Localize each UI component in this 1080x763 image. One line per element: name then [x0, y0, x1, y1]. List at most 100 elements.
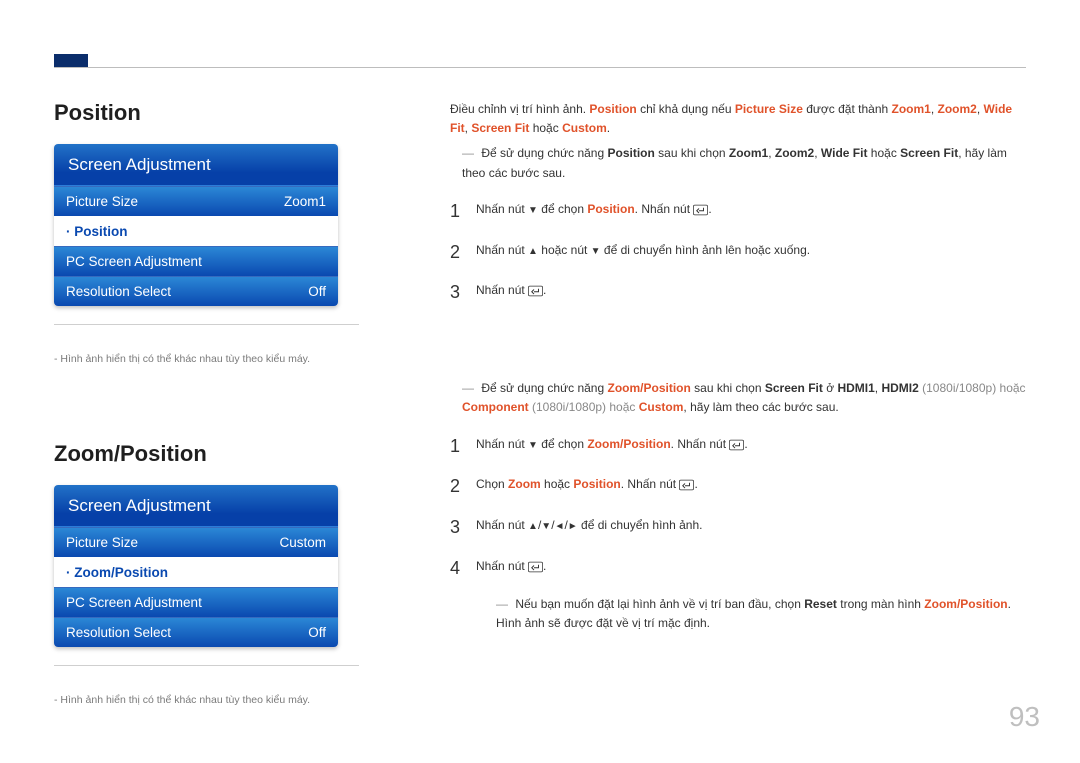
down-icon: ▼ [528, 440, 538, 451]
text: , [768, 146, 775, 160]
section-title-zoom-position: Zoom/Position [54, 441, 359, 467]
text: . [1008, 597, 1011, 611]
step-2: 2 Nhấn nút ▲ hoặc nút ▼ để di chuyển hìn… [450, 238, 1026, 267]
step-1: 1 Nhấn nút ▼ để chọn Position. Nhấn nút … [450, 197, 1026, 226]
step-number: 1 [450, 432, 476, 461]
kw-zoom-position: Zoom/Position [587, 437, 670, 451]
text: , [814, 146, 821, 160]
text: , [931, 102, 938, 116]
text: Chọn [476, 477, 508, 491]
section-title-position: Position [54, 100, 359, 126]
osd-item-value: Zoom1 [284, 187, 326, 216]
osd-item-resolution-select[interactable]: Resolution Select Off [54, 617, 338, 647]
dash-paragraph-2: Để sử dụng chức năng Zoom/Position sau k… [462, 379, 1026, 417]
kw-zoom2: Zoom2 [938, 102, 977, 116]
enter-icon [693, 202, 708, 221]
text: sau khi chọn [655, 146, 729, 160]
right-icon: ► [568, 521, 578, 532]
kw-zoom-position: Zoom/Position [607, 381, 690, 395]
text: . [543, 559, 546, 573]
osd-item-label: Picture Size [66, 187, 138, 216]
step-3: 3 Nhấn nút . [450, 278, 1026, 307]
kw-zoom1: Zoom1 [892, 102, 931, 116]
text: Hình ảnh sẽ được đặt về vị trí mặc định. [496, 616, 710, 630]
text: để chọn [538, 202, 587, 216]
text: để di chuyển hình ảnh lên hoặc xuống. [601, 243, 811, 257]
osd-item-pc-screen-adjustment[interactable]: PC Screen Adjustment [54, 246, 338, 276]
kw-screenfit: Screen Fit [471, 121, 529, 135]
osd-caption-2: - Hình ảnh hiển thị có thể khác nhau tùy… [54, 694, 359, 706]
osd-item-picture-size[interactable]: Picture Size Zoom1 [54, 186, 338, 216]
osd-item-position[interactable]: · Position [54, 216, 338, 246]
osd-item-label: Resolution Select [66, 618, 171, 647]
osd-item-picture-size[interactable]: Picture Size Custom [54, 527, 338, 557]
kw-reset: Reset [804, 597, 837, 611]
text: . Nhấn nút [635, 202, 694, 216]
kw-custom: Custom [639, 400, 684, 414]
text: Để sử dụng chức năng [481, 381, 607, 395]
divider [54, 665, 359, 666]
step-1: 1 Nhấn nút ▼ để chọn Zoom/Position. Nhấn… [450, 432, 1026, 461]
kw-zoom2: Zoom2 [775, 146, 814, 160]
kw-component: Component [462, 400, 529, 414]
header-line [54, 67, 1026, 68]
text: Điều chỉnh vị trí hình ảnh. [450, 102, 589, 116]
text: . Nhấn nút [621, 477, 680, 491]
osd-item-resolution-select[interactable]: Resolution Select Off [54, 276, 338, 306]
enter-icon [729, 437, 744, 456]
text: . [694, 477, 697, 491]
left-column: Position Screen Adjustment Picture Size … [54, 100, 359, 706]
text: , hãy làm theo các bước sau. [683, 400, 838, 414]
osd-caption-1: - Hình ảnh hiển thị có thể khác nhau tùy… [54, 353, 359, 365]
down-icon: ▼ [591, 246, 601, 257]
left-icon: ◄ [555, 521, 565, 532]
enter-icon [528, 559, 543, 578]
step-3: 3 Nhấn nút ▲/▼/◄/► để di chuyển hình ảnh… [450, 513, 1026, 542]
osd-item-pc-screen-adjustment[interactable]: PC Screen Adjustment [54, 587, 338, 617]
steps-2: 1 Nhấn nút ▼ để chọn Zoom/Position. Nhấn… [450, 432, 1026, 583]
text: hoặc nút [538, 243, 591, 257]
text: để chọn [538, 437, 587, 451]
step-body: Nhấn nút . [476, 554, 546, 576]
osd-item-label: Picture Size [66, 528, 138, 557]
osd-item-value: Custom [279, 528, 326, 557]
step-body: Nhấn nút ▼ để chọn Position. Nhấn nút . [476, 197, 712, 219]
section-zoom-position: Zoom/Position Screen Adjustment Picture … [54, 441, 359, 706]
kw-zoom1: Zoom1 [729, 146, 768, 160]
up-icon: ▲ [528, 246, 538, 257]
step-body: Nhấn nút . [476, 278, 546, 300]
step-number: 3 [450, 513, 476, 542]
text: hoặc [529, 121, 562, 135]
text: . [708, 202, 711, 216]
text: . [744, 437, 747, 451]
right-column: Điều chỉnh vị trí hình ảnh. Position chỉ… [450, 100, 1026, 639]
text: Nhấn nút [476, 437, 528, 451]
text: , [977, 102, 984, 116]
osd-item-zoom-position[interactable]: · Zoom/Position [54, 557, 338, 587]
step-body: Nhấn nút ▼ để chọn Zoom/Position. Nhấn n… [476, 432, 748, 454]
intro-paragraph: Điều chỉnh vị trí hình ảnh. Position chỉ… [450, 100, 1026, 138]
text: . Nhấn nút [671, 437, 730, 451]
osd-item-value: Off [308, 277, 326, 306]
text: Nếu bạn muốn đặt lại hình ảnh về vị trí … [515, 597, 804, 611]
steps-1: 1 Nhấn nút ▼ để chọn Position. Nhấn nút … [450, 197, 1026, 307]
osd-item-label: PC Screen Adjustment [66, 247, 202, 276]
step-number: 2 [450, 472, 476, 501]
up-icon: ▲ [528, 521, 538, 532]
osd-title: Screen Adjustment [54, 485, 338, 527]
enter-icon [679, 477, 694, 496]
osd-item-label: · Position [66, 217, 128, 246]
text: chỉ khả dụng nếu [637, 102, 735, 116]
osd-menu-1: Screen Adjustment Picture Size Zoom1 · P… [54, 144, 338, 306]
text: Nhấn nút [476, 243, 528, 257]
step-body: Nhấn nút ▲/▼/◄/► để di chuyển hình ảnh. [476, 513, 702, 535]
text: hoặc [867, 146, 900, 160]
kw-zoom-position: Zoom/Position [924, 597, 1007, 611]
kw-screenfit: Screen Fit [900, 146, 958, 160]
kw-position: Position [589, 102, 636, 116]
down-icon: ▼ [541, 521, 551, 532]
text: Nhấn nút [476, 559, 528, 573]
step-number: 4 [450, 554, 476, 583]
osd-item-value: Off [308, 618, 326, 647]
kw-position: Position [607, 146, 654, 160]
